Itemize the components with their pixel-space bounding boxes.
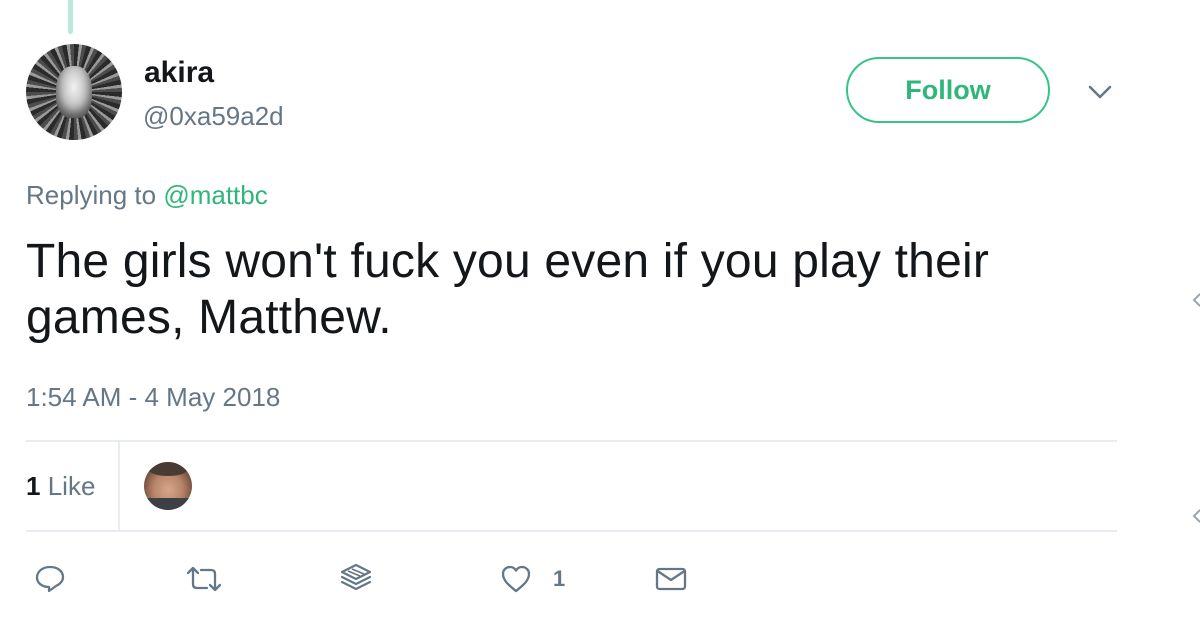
follow-button[interactable]: Follow xyxy=(846,57,1050,123)
replying-to-mention[interactable]: @mattbc xyxy=(163,180,267,210)
divider-top xyxy=(26,440,1117,442)
likes-label: Like xyxy=(47,471,96,501)
chevron-down-icon[interactable] xyxy=(1087,82,1113,102)
likes-stat[interactable]: 1 Like xyxy=(26,471,95,502)
replying-to-line: Replying to @mattbc xyxy=(26,180,268,211)
envelope-icon[interactable] xyxy=(654,566,688,592)
divider-bottom xyxy=(26,530,1117,532)
author-handle[interactable]: @0xa59a2d xyxy=(143,101,284,132)
edge-artifact-top xyxy=(1192,293,1200,307)
stack-icon[interactable] xyxy=(339,562,373,594)
author-avatar[interactable] xyxy=(26,44,122,140)
like-action-count: 1 xyxy=(553,566,566,591)
edge-artifact-bottom xyxy=(1192,509,1200,523)
tweet-timestamp[interactable]: 1:54 AM - 4 May 2018 xyxy=(26,382,280,413)
stats-vertical-divider xyxy=(118,442,120,530)
thread-connector-line xyxy=(68,0,73,34)
likes-count: 1 xyxy=(26,471,41,501)
tweet-text: The girls won't fuck you even if you pla… xyxy=(26,235,990,344)
replying-to-label: Replying to xyxy=(26,180,157,210)
author-display-name[interactable]: akira xyxy=(144,56,214,90)
retweet-icon[interactable] xyxy=(185,564,223,594)
liker-avatar[interactable] xyxy=(144,462,192,510)
previous-tweet-fragment xyxy=(145,0,805,2)
reply-icon[interactable] xyxy=(34,564,66,594)
heart-icon[interactable] xyxy=(500,564,532,594)
